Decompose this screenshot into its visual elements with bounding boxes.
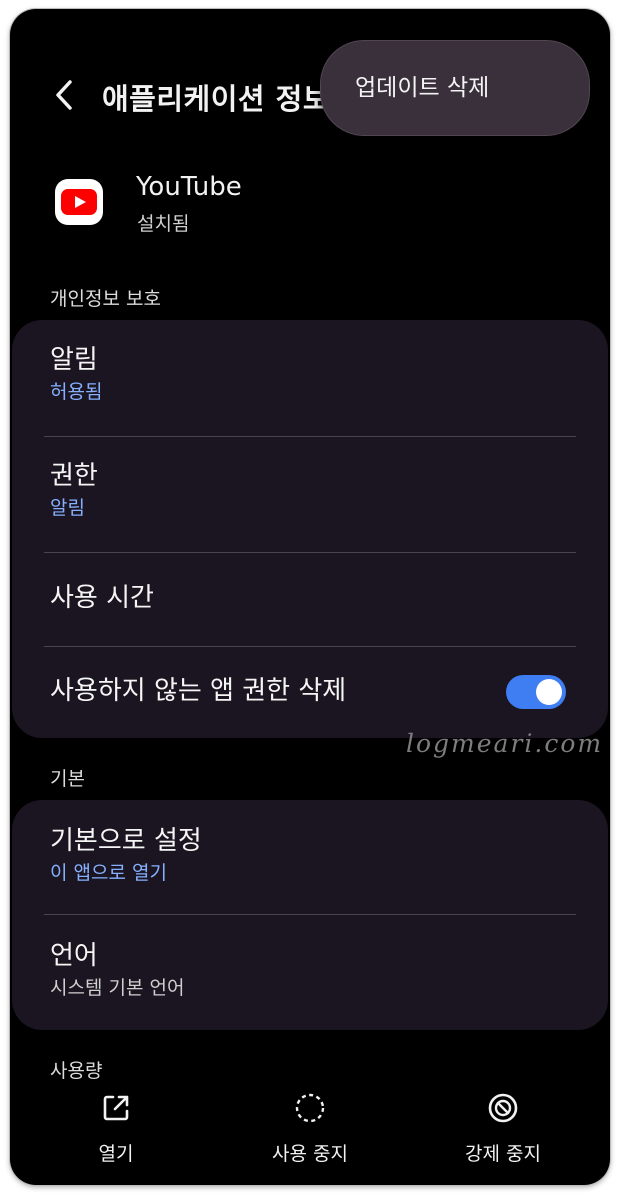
disable-app-button[interactable]: 사용 중지 — [235, 1091, 385, 1171]
notifications-row[interactable]: 알림 허용됨 — [50, 344, 574, 404]
remove-unused-permissions-row[interactable]: 사용하지 않는 앱 권한 삭제 — [50, 675, 574, 707]
section-title-privacy: 개인정보 보호 — [50, 288, 161, 310]
force-stop-button[interactable]: 강제 중지 — [428, 1091, 578, 1171]
set-default-subtitle: 이 앱으로 열기 — [50, 862, 167, 884]
privacy-card: 알림 허용됨 권한 알림 사용 시간 사용하지 않는 앱 권한 삭제 — [12, 320, 608, 738]
notifications-title: 알림 — [50, 345, 98, 375]
section-title-usage: 사용량 — [50, 1060, 103, 1082]
permissions-subtitle: 알림 — [50, 497, 85, 519]
set-default-row[interactable]: 기본으로 설정 이 앱으로 열기 — [50, 825, 574, 885]
open-external-icon — [99, 1091, 133, 1125]
app-info-screen: 애플리케이션 정보 업데이트 삭제 YouTube 설치됨 개인정보 보호 알림… — [10, 9, 610, 1185]
disable-app-label: 사용 중지 — [272, 1143, 348, 1165]
app-install-status: 설치됨 — [137, 213, 190, 235]
force-stop-label: 강제 중지 — [465, 1143, 541, 1165]
page-title: 애플리케이션 정보 — [102, 82, 331, 116]
overflow-menu-popup: 업데이트 삭제 — [320, 40, 590, 136]
language-row[interactable]: 언어 시스템 기본 언어 — [50, 940, 574, 1000]
remove-unused-permissions-title: 사용하지 않는 앱 권한 삭제 — [50, 676, 347, 706]
back-button[interactable] — [50, 73, 80, 117]
basic-card: 기본으로 설정 이 앱으로 열기 언어 시스템 기본 언어 — [12, 800, 608, 1030]
divider — [44, 436, 576, 437]
divider — [44, 552, 576, 553]
screen-time-title: 사용 시간 — [50, 583, 154, 613]
toggle-knob — [536, 679, 562, 705]
screen-time-row[interactable]: 사용 시간 — [50, 582, 574, 614]
open-app-label: 열기 — [98, 1143, 134, 1165]
set-default-title: 기본으로 설정 — [50, 826, 202, 856]
permissions-row[interactable]: 권한 알림 — [50, 460, 574, 520]
remove-unused-permissions-toggle[interactable] — [506, 675, 566, 709]
app-name: YouTube — [136, 172, 242, 202]
dashed-circle-icon — [293, 1091, 327, 1125]
language-subtitle: 시스템 기본 언어 — [50, 977, 185, 999]
watermark-text: logmeari.com — [406, 729, 604, 758]
open-app-button[interactable]: 열기 — [41, 1091, 191, 1171]
section-title-basic: 기본 — [50, 768, 85, 790]
youtube-app-icon — [55, 179, 103, 225]
divider — [44, 646, 576, 647]
prohibited-icon — [486, 1091, 520, 1125]
uninstall-updates-menu-item[interactable]: 업데이트 삭제 — [355, 41, 489, 135]
notifications-subtitle: 허용됨 — [50, 381, 103, 403]
permissions-title: 권한 — [50, 461, 98, 491]
youtube-play-icon — [61, 189, 97, 215]
divider — [44, 914, 576, 915]
language-title: 언어 — [50, 941, 98, 971]
chevron-left-icon — [56, 80, 72, 110]
